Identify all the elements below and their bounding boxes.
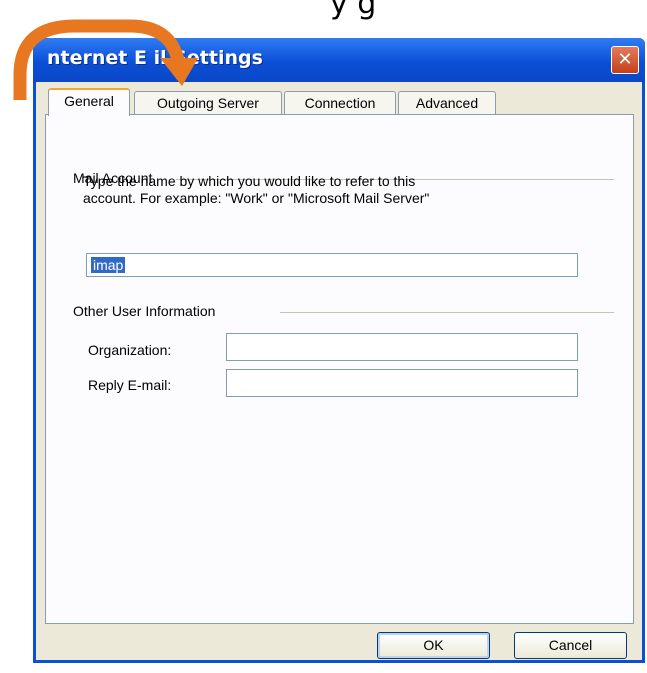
account-name-value: imap [91,257,126,273]
tab-advanced[interactable]: Advanced [398,91,496,114]
account-name-input[interactable]: imap [86,253,578,277]
ok-button[interactable]: OK [377,632,490,659]
cropped-caption-text: y g [330,0,377,21]
internet-email-settings-dialog: nternet E il Settings ✕ General Outgoing… [33,38,645,663]
organization-label: Organization: [88,342,172,358]
description-line-1: Type the name by which you would like to… [83,173,416,189]
mail-account-description: Type the name by which you would like to… [83,173,603,207]
tab-connection[interactable]: Connection [284,91,396,114]
general-tab-panel: Mail Account Type the name by which you … [45,114,634,624]
reply-email-label: Reply E-mail: [88,377,172,393]
close-button[interactable]: ✕ [611,46,639,74]
organization-input[interactable] [226,333,578,361]
reply-email-input[interactable] [226,369,578,397]
close-icon: ✕ [617,49,633,70]
arrow-head [160,58,198,86]
description-line-2: account. For example: "Work" or "Microso… [83,190,430,206]
tab-general[interactable]: General [48,88,130,116]
dialog-body: General Outgoing Server Connection Advan… [36,82,642,660]
other-info-divider [280,312,614,313]
cancel-button[interactable]: Cancel [514,632,627,659]
other-info-heading: Other User Information [73,303,222,319]
